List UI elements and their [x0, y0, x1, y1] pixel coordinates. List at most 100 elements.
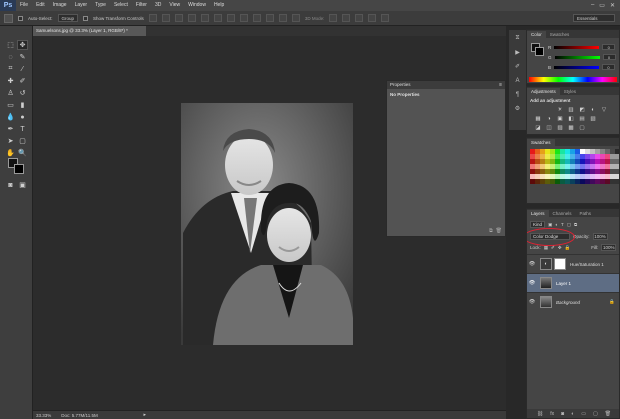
swatch-chip[interactable]: [535, 174, 540, 179]
3d-slide-icon[interactable]: [368, 14, 377, 22]
swatch-chip[interactable]: [560, 159, 565, 164]
swatch-chip[interactable]: [530, 159, 535, 164]
swatch-chip[interactable]: [535, 169, 540, 174]
lasso-tool-icon[interactable]: ◌: [5, 52, 16, 62]
doc-size-readout[interactable]: Doc: 5.77M/11.5M: [61, 413, 97, 418]
gradient-tool-icon[interactable]: ▮: [17, 100, 28, 110]
selective-color-icon[interactable]: ▢: [578, 124, 586, 131]
swatch-chip[interactable]: [595, 159, 600, 164]
swatch-chip[interactable]: [565, 179, 570, 184]
fill-input[interactable]: 100%: [601, 244, 617, 251]
swatch-chip[interactable]: [565, 149, 570, 154]
color-b-value[interactable]: 0: [602, 64, 616, 70]
swatch-chip[interactable]: [615, 164, 619, 169]
workspace-dropdown[interactable]: Essentials: [573, 14, 615, 22]
swatch-chip[interactable]: [540, 164, 545, 169]
swatch-chip[interactable]: [540, 169, 545, 174]
swatch-chip[interactable]: [565, 164, 570, 169]
curves-icon[interactable]: ◩: [578, 106, 586, 113]
swatch-chip[interactable]: [595, 174, 600, 179]
distribute-right-icon[interactable]: [291, 14, 300, 22]
swatch-chip[interactable]: [550, 149, 555, 154]
layer-mask-thumb[interactable]: [554, 258, 566, 270]
swatch-chip[interactable]: [610, 159, 615, 164]
eyedropper-tool-icon[interactable]: ⁄: [17, 64, 28, 74]
character-panel-icon[interactable]: A: [513, 76, 522, 85]
swatch-chip[interactable]: [605, 174, 610, 179]
swatch-chip[interactable]: [590, 149, 595, 154]
properties-panel-header[interactable]: Properties ≡: [387, 81, 505, 89]
swatch-chip[interactable]: [550, 154, 555, 159]
color-g-slider[interactable]: [554, 55, 600, 59]
swatch-chip[interactable]: [565, 154, 570, 159]
auto-select-dropdown[interactable]: Group: [57, 14, 79, 22]
swatch-chip[interactable]: [610, 179, 615, 184]
type-tool-icon[interactable]: T: [17, 124, 28, 134]
crop-tool-icon[interactable]: ⌗: [5, 64, 16, 74]
distribute-top-icon[interactable]: [226, 14, 235, 22]
3d-rotate-icon[interactable]: [329, 14, 338, 22]
delete-layer-icon[interactable]: 🗑: [605, 411, 611, 417]
swatch-chip[interactable]: [565, 159, 570, 164]
swatch-chip[interactable]: [540, 149, 545, 154]
opacity-input[interactable]: 100%: [592, 233, 608, 240]
swatch-chip[interactable]: [580, 159, 585, 164]
swatch-chip[interactable]: [535, 164, 540, 169]
visibility-eye-icon[interactable]: 👁: [527, 261, 537, 267]
swatch-chip[interactable]: [590, 164, 595, 169]
color-background-chip[interactable]: [535, 47, 544, 56]
align-right-icon[interactable]: [213, 14, 222, 22]
swatch-chip[interactable]: [570, 164, 575, 169]
swatch-chip[interactable]: [590, 169, 595, 174]
swatch-chip[interactable]: [575, 159, 580, 164]
status-menu-arrow-icon[interactable]: ▸: [143, 412, 146, 418]
swatch-chip[interactable]: [595, 164, 600, 169]
levels-icon[interactable]: ▥: [567, 106, 575, 113]
swatch-chip[interactable]: [605, 164, 610, 169]
healing-brush-tool-icon[interactable]: ✚: [5, 76, 16, 86]
swatch-chip[interactable]: [540, 174, 545, 179]
tab-adjustments[interactable]: Adjustments: [527, 88, 560, 95]
color-spectrum-ramp[interactable]: [529, 77, 617, 82]
menu-filter[interactable]: Filter: [132, 0, 151, 11]
vibrance-icon[interactable]: ▽: [600, 106, 608, 113]
layer-name[interactable]: Layer 1: [556, 281, 571, 286]
hand-tool-icon[interactable]: ✋: [5, 148, 16, 158]
3d-pan-icon[interactable]: [355, 14, 364, 22]
swatch-chip[interactable]: [555, 179, 560, 184]
swatch-chip[interactable]: [550, 169, 555, 174]
swatch-chip[interactable]: [580, 164, 585, 169]
swatch-chip[interactable]: [530, 164, 535, 169]
align-left-icon[interactable]: [187, 14, 196, 22]
swatch-chip[interactable]: [590, 174, 595, 179]
menu-layer[interactable]: Layer: [71, 0, 92, 11]
distribute-middle-icon[interactable]: [239, 14, 248, 22]
swatch-chip[interactable]: [555, 174, 560, 179]
swatch-chip[interactable]: [595, 169, 600, 174]
swatch-chip[interactable]: [605, 154, 610, 159]
swatch-chip[interactable]: [595, 179, 600, 184]
tab-styles[interactable]: Styles: [560, 88, 580, 95]
blend-mode-dropdown[interactable]: Color Dodge: [530, 233, 570, 240]
swatch-chip[interactable]: [585, 169, 590, 174]
new-layer-icon[interactable]: ▢: [593, 411, 598, 417]
swatch-chip[interactable]: [535, 149, 540, 154]
layer-name[interactable]: Background: [556, 300, 580, 305]
swatch-chip[interactable]: [575, 179, 580, 184]
swatch-chip[interactable]: [575, 164, 580, 169]
lock-transparent-icon[interactable]: ▦: [544, 245, 548, 251]
exposure-icon[interactable]: ◐: [589, 106, 597, 113]
zoom-level[interactable]: 33.33%: [36, 413, 51, 418]
swatch-chip[interactable]: [615, 179, 619, 184]
swatch-chip[interactable]: [540, 179, 545, 184]
path-select-tool-icon[interactable]: ➤: [5, 136, 16, 146]
eraser-tool-icon[interactable]: ▭: [5, 100, 16, 110]
swatch-chip[interactable]: [560, 169, 565, 174]
tab-swatches[interactable]: Swatches: [527, 139, 555, 146]
swatch-chip[interactable]: [535, 154, 540, 159]
brightness-contrast-icon[interactable]: ☀: [556, 106, 564, 113]
swatch-chip[interactable]: [605, 169, 610, 174]
filter-shape-icon[interactable]: ▢: [567, 222, 571, 228]
photo-filter-icon[interactable]: ◧: [567, 115, 575, 122]
zoom-tool-icon[interactable]: 🔍: [17, 148, 28, 158]
